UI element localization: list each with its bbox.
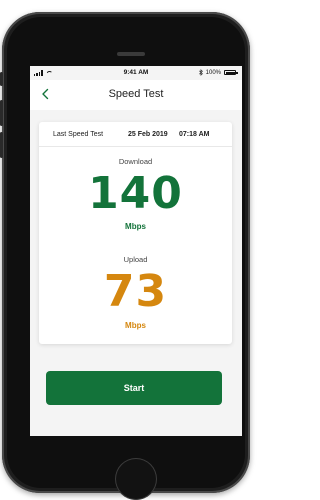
volume-down-button bbox=[0, 132, 3, 158]
download-unit: Mbps bbox=[125, 222, 146, 231]
status-right: 100% bbox=[198, 69, 238, 76]
battery-percentage: 100% bbox=[205, 69, 221, 76]
battery-icon bbox=[224, 70, 238, 75]
navigation-bar: Speed Test bbox=[30, 80, 242, 110]
mute-switch bbox=[0, 72, 3, 86]
volume-up-button bbox=[0, 100, 3, 126]
download-speed-value: 140 bbox=[88, 168, 183, 219]
last-speed-test-label: Last Speed Test bbox=[53, 131, 104, 138]
last-speed-test-time: 07:18 AM bbox=[179, 131, 210, 138]
last-speed-test-date: 25 Feb 2019 bbox=[128, 131, 168, 138]
upload-label: Upload bbox=[123, 255, 148, 264]
earpiece-speaker bbox=[117, 52, 145, 56]
app-screen: 9:41 AM 100% Speed Test Last Speed Test … bbox=[30, 66, 242, 436]
home-button[interactable] bbox=[115, 458, 157, 500]
download-label: Download bbox=[118, 157, 153, 166]
bluetooth-icon bbox=[198, 69, 203, 76]
upload-unit: Mbps bbox=[125, 321, 146, 330]
speed-result-card: Last Speed Test 25 Feb 2019 07:18 AM Dow… bbox=[39, 122, 232, 344]
page-title: Speed Test bbox=[108, 88, 164, 100]
status-bar: 9:41 AM 100% bbox=[30, 66, 242, 80]
upload-speed-value: 73 bbox=[103, 266, 168, 317]
last-speed-test-row: Last Speed Test 25 Feb 2019 07:18 AM bbox=[39, 122, 232, 147]
start-button[interactable]: Start bbox=[46, 371, 222, 405]
